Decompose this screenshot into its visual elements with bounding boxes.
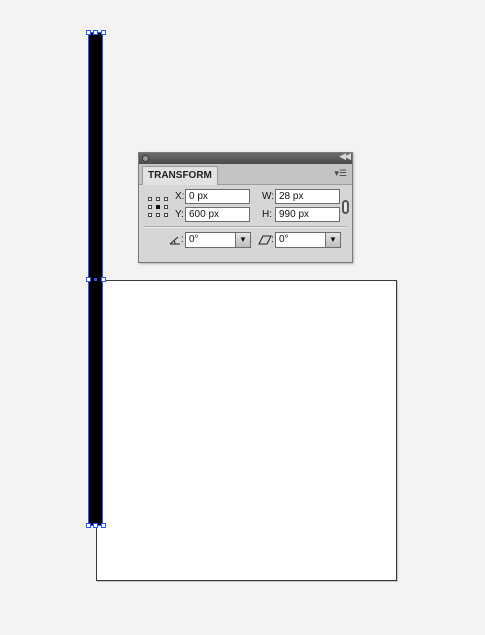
handle-bottom-left[interactable] — [86, 523, 91, 528]
w-label: W: — [262, 191, 275, 202]
handle-bottom-center[interactable] — [93, 523, 98, 528]
handle-top-right[interactable] — [101, 30, 106, 35]
panel-divider — [144, 226, 347, 228]
chevron-down-icon[interactable]: ▼ — [325, 233, 340, 247]
w-field[interactable] — [275, 189, 340, 204]
close-icon[interactable] — [142, 155, 149, 162]
h-label: H: — [262, 209, 272, 220]
rotate-value: 0° — [189, 234, 199, 245]
center-point — [94, 278, 97, 281]
shear-value: 0° — [279, 234, 289, 245]
rotate-label: : — [181, 234, 184, 245]
handle-middle-right[interactable] — [101, 277, 106, 282]
reference-point-icon[interactable] — [148, 197, 168, 217]
tab-transform[interactable]: TRANSFORM — [142, 166, 218, 185]
link-icon[interactable] — [342, 200, 349, 214]
artboard[interactable] — [96, 280, 397, 581]
handle-top-center[interactable] — [93, 30, 98, 35]
x-label: X: — [175, 191, 185, 202]
canvas[interactable]: ◀◀ TRANSFORM ▾☰ X: Y: W: H: : 0° ▼ — [0, 0, 485, 635]
rotate-dropdown[interactable]: 0° ▼ — [185, 232, 251, 248]
y-field[interactable] — [185, 207, 250, 222]
panel-menu-icon[interactable]: ▾☰ — [334, 168, 347, 179]
collapse-icon[interactable]: ◀◀ — [339, 151, 351, 162]
rotate-angle-icon — [169, 236, 180, 245]
shear-angle-icon — [258, 235, 272, 245]
shear-label: : — [271, 234, 274, 245]
y-label: Y: — [175, 209, 184, 220]
x-field[interactable] — [185, 189, 250, 204]
shear-dropdown[interactable]: 0° ▼ — [275, 232, 341, 248]
transform-panel: ◀◀ TRANSFORM ▾☰ X: Y: W: H: : 0° ▼ — [138, 151, 353, 263]
panel-tab-row: TRANSFORM ▾☰ — [139, 164, 352, 185]
handle-bottom-right[interactable] — [101, 523, 106, 528]
h-field[interactable] — [275, 207, 340, 222]
handle-middle-left[interactable] — [86, 277, 91, 282]
chevron-down-icon[interactable]: ▼ — [235, 233, 250, 247]
handle-top-left[interactable] — [86, 30, 91, 35]
panel-titlebar[interactable]: ◀◀ — [139, 151, 352, 164]
